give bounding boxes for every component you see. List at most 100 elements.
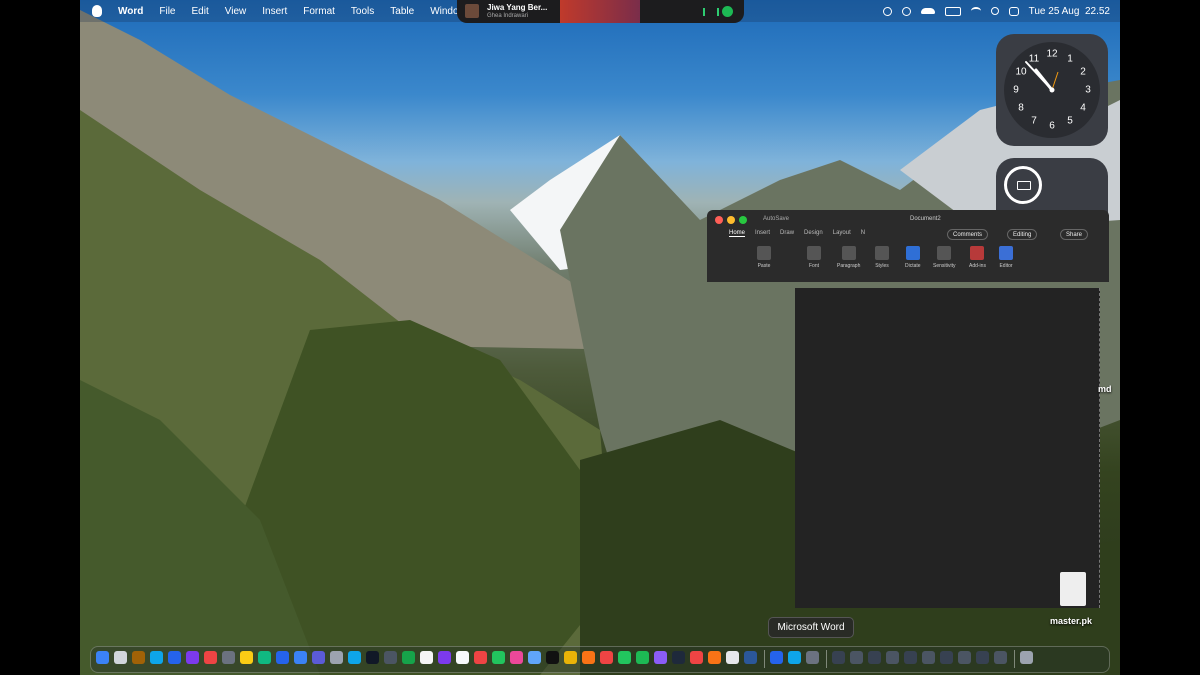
dock-app-icon[interactable] (222, 651, 235, 664)
dictate-button[interactable]: Dictate (905, 246, 921, 269)
wifi-icon[interactable] (970, 7, 981, 15)
paste-button[interactable]: Paste (757, 246, 771, 269)
dock-app-icon[interactable] (294, 651, 307, 664)
tab-design[interactable]: Design (804, 230, 823, 237)
dock-app-icon[interactable] (312, 651, 325, 664)
dock-app-icon[interactable] (528, 651, 541, 664)
tab-insert[interactable]: Insert (755, 230, 770, 237)
dock-app-icon[interactable] (402, 651, 415, 664)
dock-app-icon[interactable] (168, 651, 181, 664)
comments-button[interactable]: Comments (947, 229, 989, 240)
dock-app-icon[interactable] (348, 651, 361, 664)
editor-button[interactable]: Editor (999, 246, 1013, 269)
control-center-icon[interactable] (1008, 6, 1019, 16)
dock-app-icon[interactable] (546, 651, 559, 664)
dock-app-icon[interactable] (976, 651, 989, 664)
dock-app-icon[interactable] (600, 651, 613, 664)
desktop-file-label[interactable]: master.pk (1050, 616, 1092, 626)
dock-app-icon[interactable] (806, 651, 819, 664)
clock-widget[interactable]: 12 1 2 3 4 5 6 7 8 9 10 11 (996, 34, 1108, 146)
dock-app-icon[interactable] (456, 651, 469, 664)
menubar-datetime[interactable]: Tue 25 Aug 22.52 (1029, 6, 1110, 17)
dock-app-icon[interactable] (276, 651, 289, 664)
share-label: Share (1066, 232, 1083, 238)
ribbon-home: Paste Font Paragraph Styles Dictate Sens… (707, 244, 1109, 280)
dock-app-icon[interactable] (636, 651, 649, 664)
play-icon[interactable] (901, 6, 911, 16)
dock-app-icon[interactable] (1020, 651, 1033, 664)
dock-app-icon[interactable] (904, 651, 917, 664)
dock-app-icon[interactable] (492, 651, 505, 664)
menu-insert[interactable]: Insert (254, 6, 295, 17)
editing-button[interactable]: Editing (1007, 229, 1038, 240)
dock-app-icon[interactable] (708, 651, 721, 664)
sensitivity-button[interactable]: Sensitivity (933, 246, 956, 269)
dock-app-icon[interactable] (204, 651, 217, 664)
dock-app-icon[interactable] (510, 651, 523, 664)
desktop-file-label-md[interactable]: md (1098, 384, 1112, 394)
menu-table[interactable]: Table (382, 6, 422, 17)
tab-more[interactable]: N (861, 230, 865, 237)
battery-icon[interactable] (944, 6, 961, 16)
font-button[interactable]: Font (807, 246, 821, 269)
minimize-button[interactable] (727, 216, 735, 224)
app-menu-word[interactable]: Word (110, 6, 151, 17)
dock-app-icon[interactable] (258, 651, 271, 664)
dock-app-icon[interactable] (474, 651, 487, 664)
close-button[interactable] (715, 216, 723, 224)
now-playing-island[interactable]: Jiwa Yang Ber... Ghea Indrawari (457, 0, 744, 23)
dock-app-icon[interactable] (132, 651, 145, 664)
dock-app-icon[interactable] (438, 651, 451, 664)
tab-draw[interactable]: Draw (780, 230, 794, 237)
dock-app-icon[interactable] (994, 651, 1007, 664)
apple-icon[interactable] (92, 5, 102, 17)
dock-app-icon[interactable] (832, 651, 845, 664)
dock-app-icon[interactable] (330, 651, 343, 664)
dock-app-icon[interactable] (958, 651, 971, 664)
dock-app-icon[interactable] (868, 651, 881, 664)
dock-app-icon[interactable] (922, 651, 935, 664)
dock-app-icon[interactable] (384, 651, 397, 664)
document-file-icon[interactable] (1060, 572, 1086, 606)
tab-home[interactable]: Home (729, 230, 746, 237)
dock-app-icon[interactable] (850, 651, 863, 664)
tab-layout[interactable]: Layout (833, 230, 851, 237)
menu-file[interactable]: File (151, 6, 183, 17)
dock-app-icon[interactable] (690, 651, 703, 664)
dock-app-icon[interactable] (940, 651, 953, 664)
dock-app-icon[interactable] (726, 651, 739, 664)
dock-app-icon[interactable] (96, 651, 109, 664)
menu-edit[interactable]: Edit (184, 6, 217, 17)
menu-format[interactable]: Format (295, 6, 343, 17)
share-button[interactable]: Share (1060, 229, 1089, 240)
microsoft-word-dock-icon[interactable] (744, 651, 757, 664)
search-icon[interactable] (990, 7, 999, 15)
dock-app-icon[interactable] (654, 651, 667, 664)
dock-app-icon[interactable] (564, 651, 577, 664)
album-art (465, 4, 479, 18)
menu-tools[interactable]: Tools (343, 6, 382, 17)
styles-button[interactable]: Styles (875, 246, 889, 269)
dock-app-icon[interactable] (886, 651, 899, 664)
dock-app-icon[interactable] (788, 651, 801, 664)
addins-button[interactable]: Add-ins (969, 246, 986, 269)
menu-view[interactable]: View (217, 6, 255, 17)
dock-app-icon[interactable] (672, 651, 685, 664)
document-page[interactable] (795, 288, 1100, 608)
cloud-icon[interactable] (920, 8, 935, 14)
dock-app-icon[interactable] (366, 651, 379, 664)
dock-app-icon[interactable] (240, 651, 253, 664)
dock-app-icon[interactable] (618, 651, 631, 664)
record-icon[interactable] (882, 6, 892, 16)
battery-widget[interactable] (996, 158, 1108, 218)
dock-app-icon[interactable] (770, 651, 783, 664)
dock-app-icon[interactable] (420, 651, 433, 664)
dock-app-icon[interactable] (582, 651, 595, 664)
autosave-toggle[interactable]: AutoSave (763, 216, 789, 222)
word-window[interactable]: AutoSave Document2 Home Insert Draw Desi… (707, 210, 1109, 282)
dock-app-icon[interactable] (186, 651, 199, 664)
zoom-button[interactable] (739, 216, 747, 224)
dock-app-icon[interactable] (150, 651, 163, 664)
paragraph-button[interactable]: Paragraph (837, 246, 860, 269)
dock-app-icon[interactable] (114, 651, 127, 664)
